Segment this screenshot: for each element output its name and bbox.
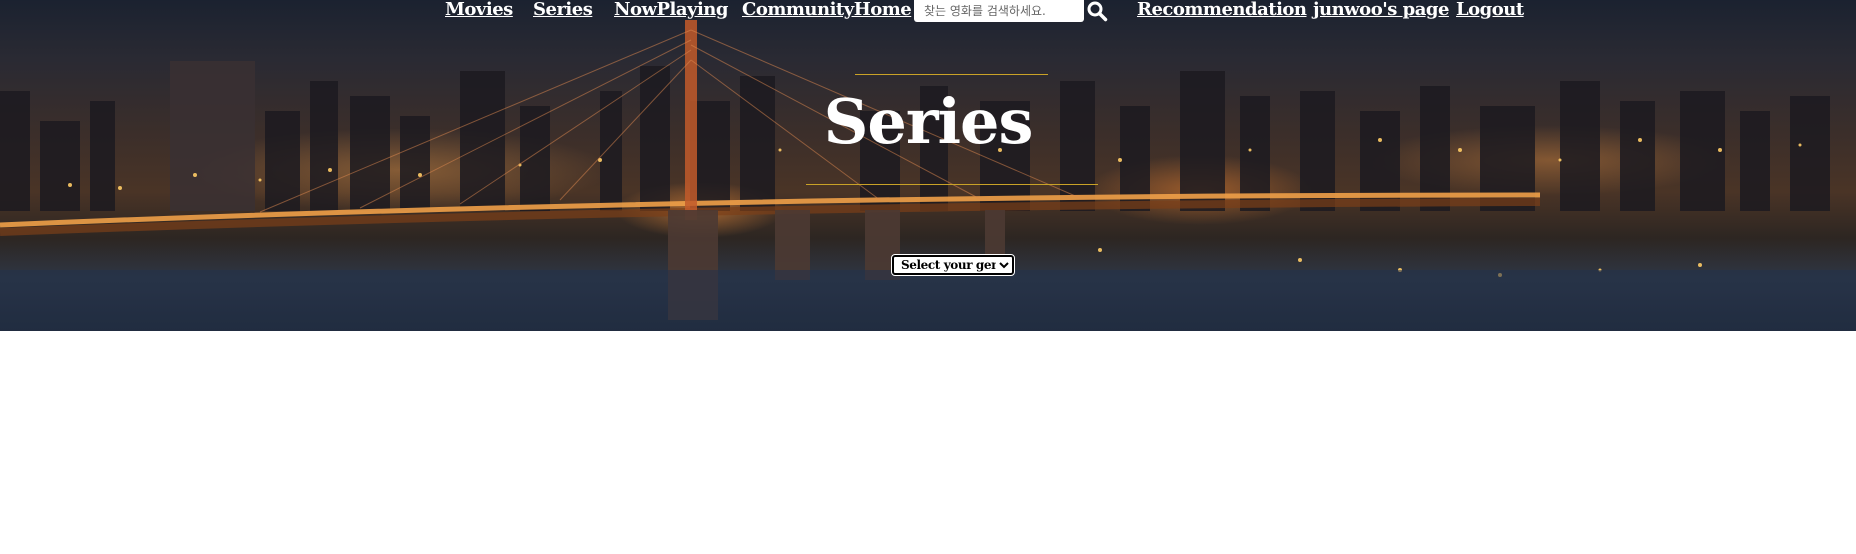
search-icon [1087,1,1108,22]
bridge-silhouette [0,20,1856,331]
search-button[interactable] [1086,0,1108,22]
nav-link-series[interactable]: Series [533,0,593,20]
top-nav: Movies Series NowPlaying CommunityHome R… [0,0,1856,24]
nav-link-nowplaying[interactable]: NowPlaying [614,0,728,20]
nav-link-my-page[interactable]: junwoo's page [1313,0,1449,20]
nav-link-logout[interactable]: Logout [1456,0,1524,20]
title-rule-top [855,74,1048,75]
hero-banner [0,0,1856,331]
title-rule-bottom [806,184,1098,185]
page-title: Series [823,85,1034,158]
genre-select[interactable]: Select your genre. [891,254,1015,276]
nav-link-movies[interactable]: Movies [445,0,513,20]
search-input[interactable] [914,0,1084,22]
nav-link-recommendation[interactable]: Recommendation [1137,0,1307,20]
main-content [0,331,1856,554]
nav-link-communityhome[interactable]: CommunityHome [742,0,912,20]
